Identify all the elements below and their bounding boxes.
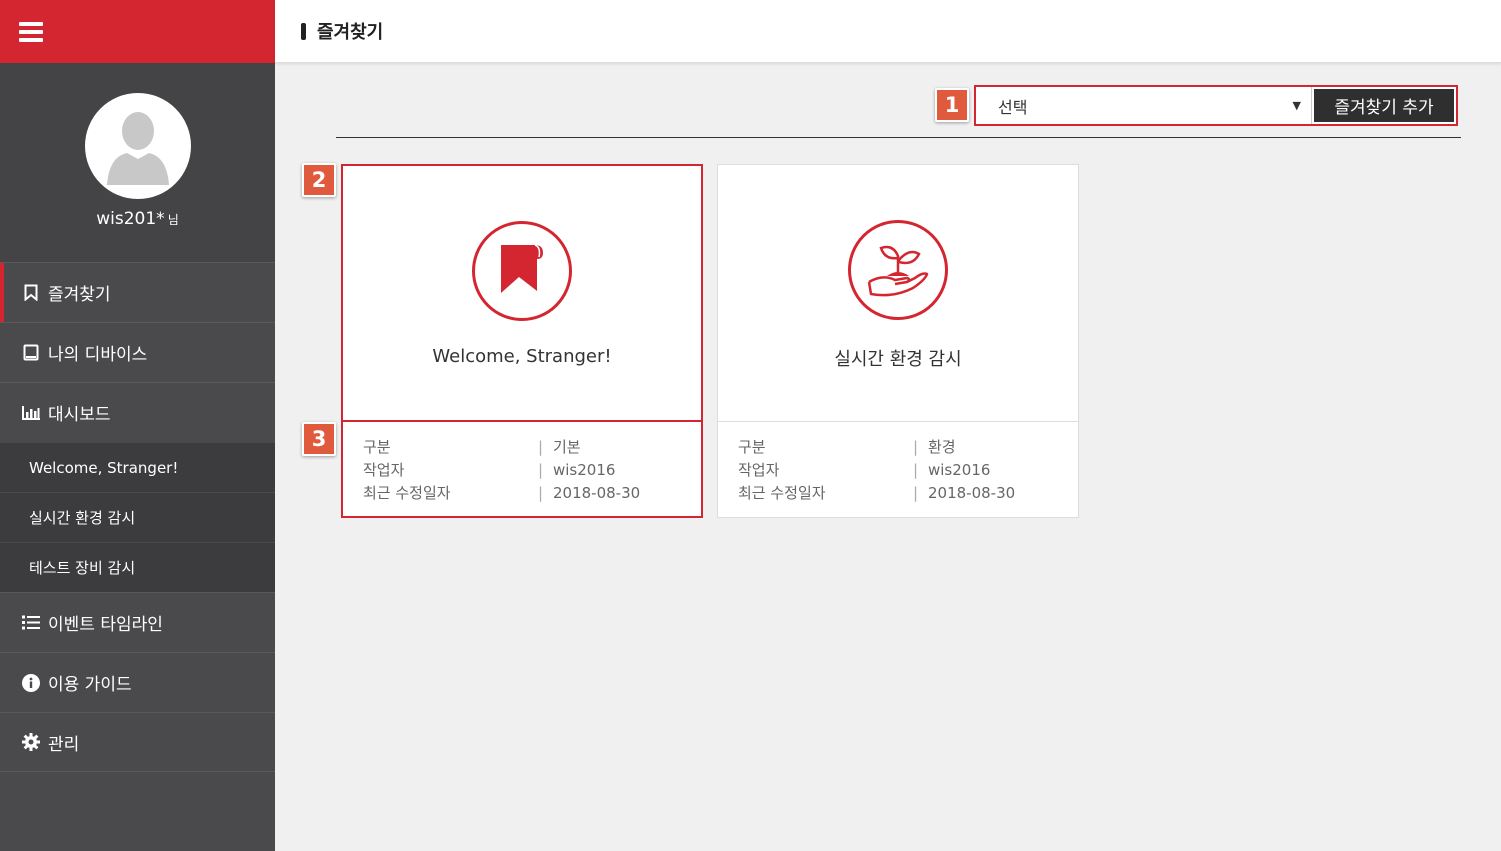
card-title: Welcome, Stranger! bbox=[432, 346, 612, 367]
sidebar-item-my-devices[interactable]: 나의 디바이스 bbox=[0, 322, 275, 382]
info-row-author: 작업자 | wis2016 bbox=[363, 460, 616, 480]
select-value: 선택 bbox=[998, 97, 1028, 117]
title-marker bbox=[301, 22, 306, 40]
chevron-down-icon: ▼ bbox=[1292, 99, 1301, 112]
sidebar-item-label: 나의 디바이스 bbox=[48, 345, 148, 365]
divider bbox=[336, 137, 1461, 138]
sidebar-subitem-welcome[interactable]: Welcome, Stranger! bbox=[0, 442, 275, 492]
sidebar: wis201* 님 즐겨찾기 나의 디바이스 대시보드 Welcome, Stra… bbox=[0, 0, 275, 851]
sidebar-item-user-guide[interactable]: 이용 가이드 bbox=[0, 652, 275, 712]
bookmark-icon bbox=[501, 244, 543, 293]
info-row-author: 작업자 | wis2016 bbox=[738, 460, 991, 480]
sidebar-subitem-test-equipment[interactable]: 테스트 장비 감시 bbox=[0, 542, 275, 592]
info-row-category: 구분 | 기본 bbox=[363, 437, 581, 457]
gear-icon bbox=[22, 733, 40, 751]
hamburger-menu-icon[interactable] bbox=[19, 21, 43, 42]
callout-badge-3: 3 bbox=[302, 422, 336, 456]
dashboard-select[interactable]: 선택 ▼ bbox=[976, 87, 1312, 124]
sidebar-item-dashboard[interactable]: 대시보드 bbox=[0, 382, 275, 442]
sidebar-item-event-timeline[interactable]: 이벤트 타임라인 bbox=[0, 592, 275, 652]
sidebar-item-label: 관리 bbox=[48, 734, 80, 755]
add-favorite-button[interactable]: 즐겨찾기 추가 bbox=[1314, 89, 1454, 122]
card-icon-circle bbox=[848, 220, 948, 320]
page-title: 즐겨찾기 bbox=[317, 22, 384, 43]
info-row-modified: 최근 수정일자 | 2018-08-30 bbox=[363, 483, 641, 503]
favorites-toolbar: 선택 ▼ 즐겨찾기 추가 bbox=[974, 85, 1458, 126]
card-icon-circle bbox=[472, 221, 572, 321]
card-title: 실시간 환경 감시 bbox=[834, 349, 962, 370]
menu-bar bbox=[0, 0, 275, 63]
sprout-hand-icon bbox=[867, 245, 929, 297]
sidebar-item-favorites[interactable]: 즐겨찾기 bbox=[0, 262, 275, 322]
bookmark-icon bbox=[22, 284, 40, 302]
sidebar-item-label: 이용 가이드 bbox=[48, 675, 132, 695]
info-icon bbox=[22, 673, 40, 692]
user-silhouette-icon bbox=[106, 112, 169, 185]
info-row-modified: 최근 수정일자 | 2018-08-30 bbox=[738, 483, 1016, 503]
sidebar-item-label: 이벤트 타임라인 bbox=[48, 615, 163, 635]
card-header[interactable]: Welcome, Stranger! bbox=[343, 166, 701, 422]
sidebar-item-label: 대시보드 bbox=[48, 405, 111, 425]
sidebar-item-label: 즐겨찾기 bbox=[48, 285, 111, 305]
bar-chart-icon bbox=[22, 404, 40, 422]
card-header[interactable]: 실시간 환경 감시 bbox=[718, 165, 1078, 422]
favorite-card[interactable]: 실시간 환경 감시 구분 | 환경 작업자 | wis2016 최근 수정일자 | 2018… bbox=[717, 164, 1079, 518]
callout-badge-1: 1 bbox=[935, 88, 969, 122]
list-icon bbox=[22, 614, 40, 632]
avatar bbox=[84, 93, 191, 199]
favorite-card[interactable]: Welcome, Stranger! 구분 | 기본 작업자 | wis2016 최근 … bbox=[341, 164, 703, 518]
tablet-icon bbox=[22, 344, 40, 362]
username: wis201* 님 bbox=[96, 209, 179, 229]
sidebar-subitem-realtime-env[interactable]: 실시간 환경 감시 bbox=[0, 492, 275, 542]
profile-panel: wis201* 님 bbox=[0, 63, 275, 262]
info-row-category: 구분 | 환경 bbox=[738, 437, 956, 457]
page-header: 즐겨찾기 bbox=[275, 0, 1501, 63]
sidebar-item-admin[interactable]: 관리 bbox=[0, 712, 275, 772]
card-info: 구분 | 환경 작업자 | wis2016 최근 수정일자 | 2018-08-30 bbox=[718, 422, 1078, 504]
card-info: 구분 | 기본 작업자 | wis2016 최근 수정일자 | 2018-08-30 bbox=[343, 422, 701, 504]
callout-badge-2: 2 bbox=[302, 163, 336, 197]
